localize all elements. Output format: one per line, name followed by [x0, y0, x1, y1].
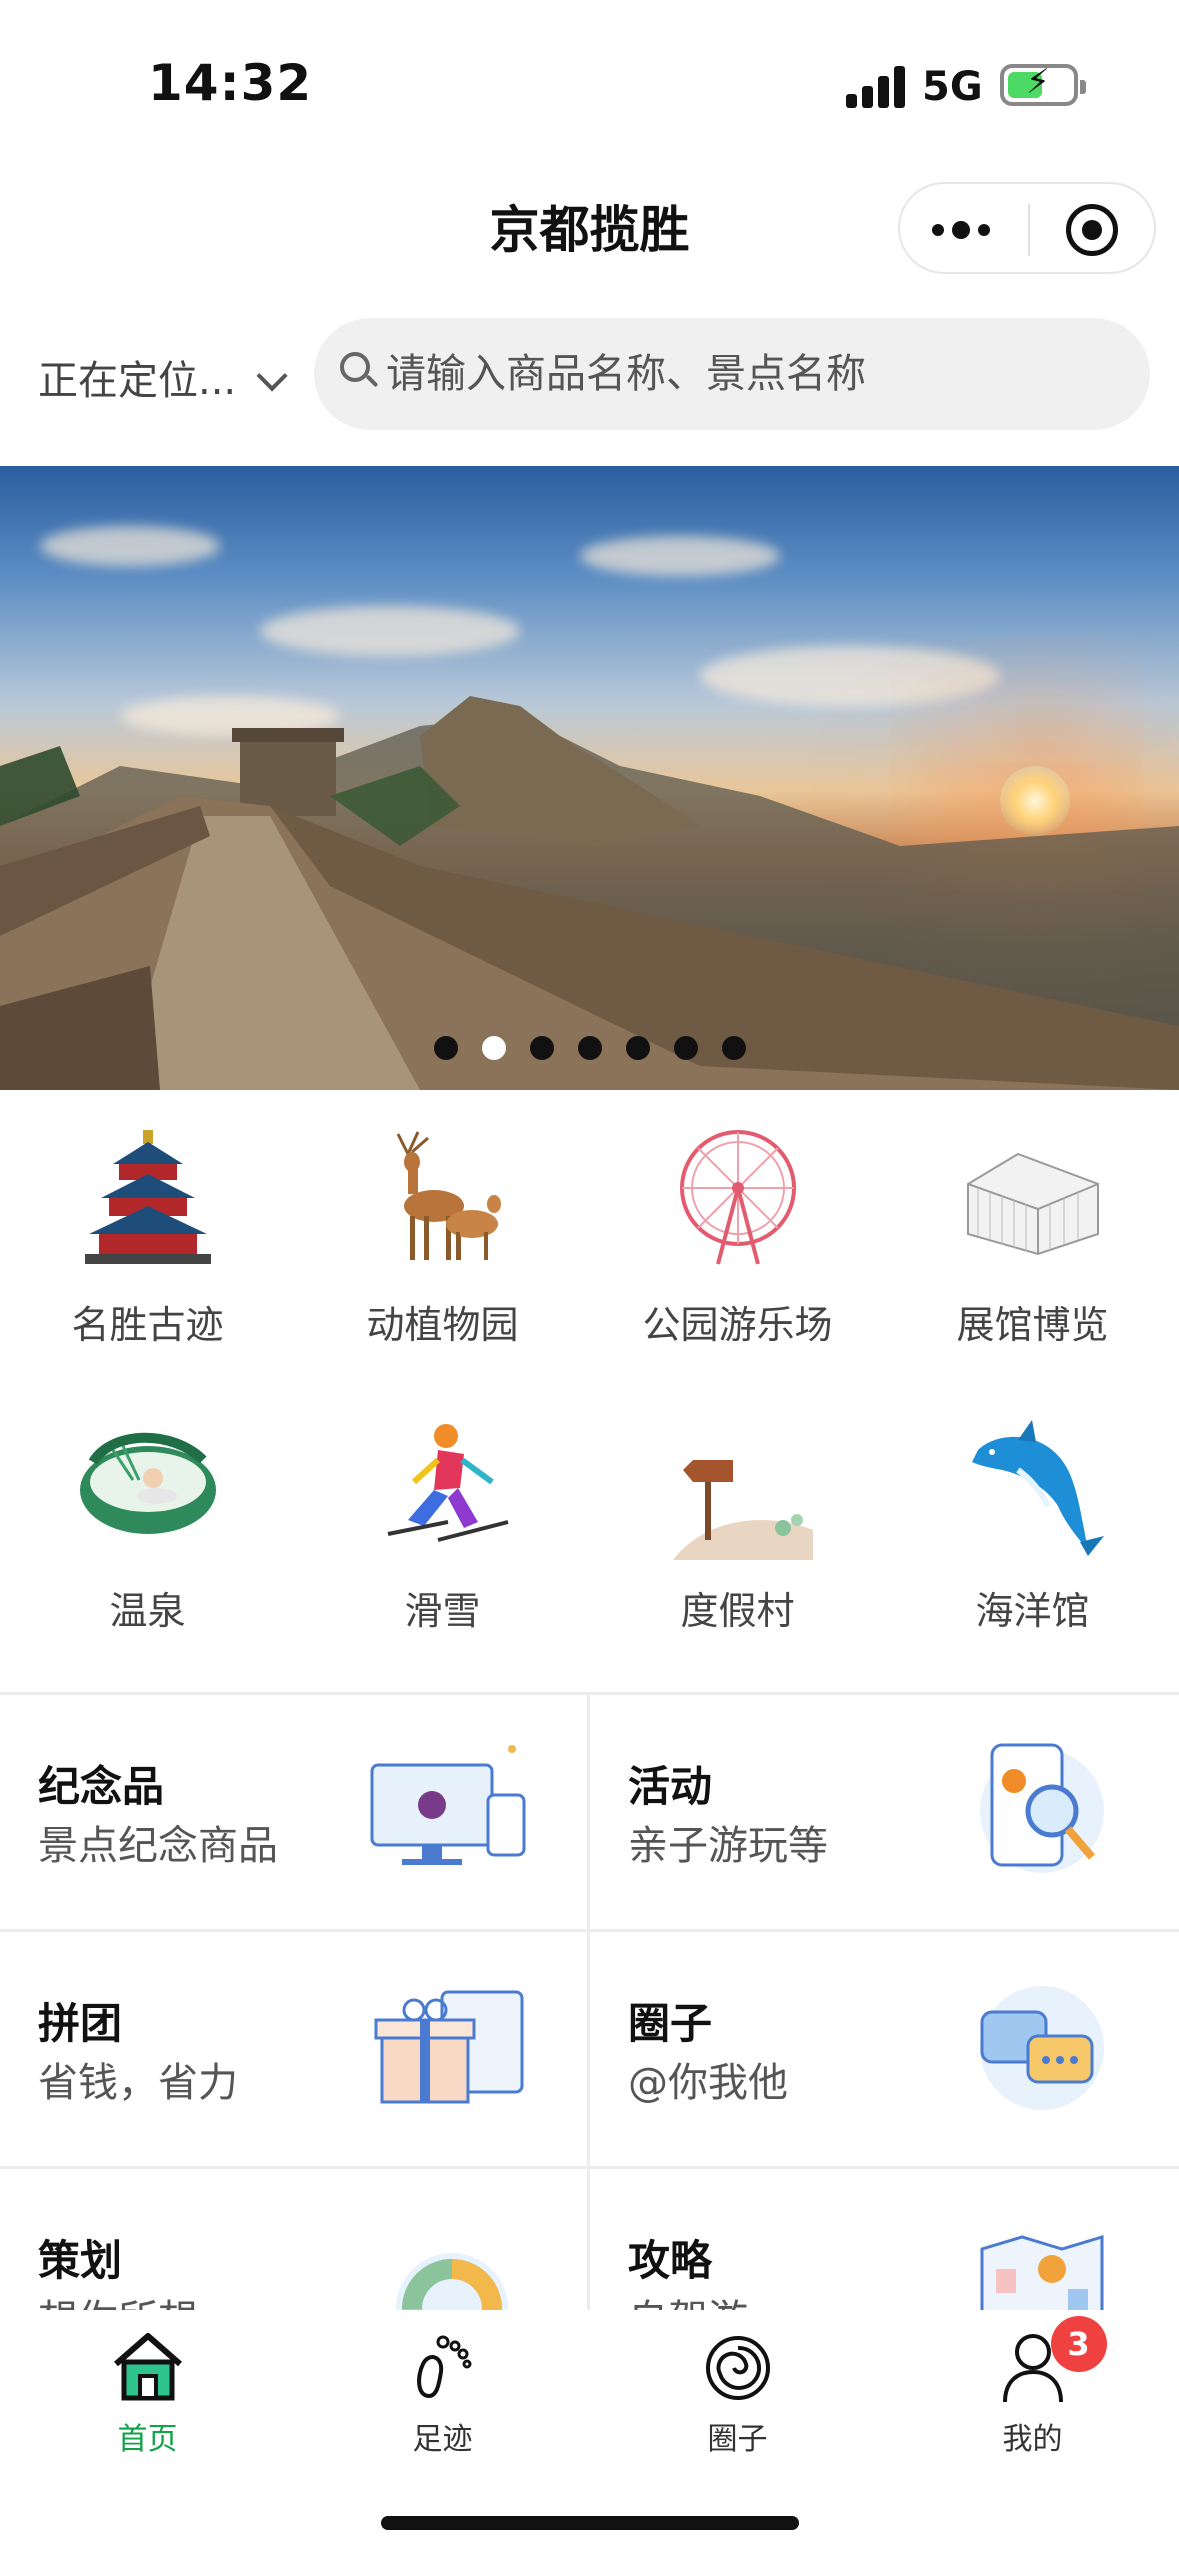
tab-footprints[interactable]: 足迹	[295, 2326, 590, 2458]
feature-card-souvenir[interactable]: 纪念品 景点纪念商品	[0, 1695, 587, 1929]
location-selector[interactable]: 正在定位...	[38, 348, 288, 406]
tab-home[interactable]: 首页	[0, 2326, 295, 2458]
ferris-wheel-icon	[663, 1124, 813, 1274]
tab-label: 圈子	[707, 2422, 768, 2457]
spiral-circle-icon	[698, 2326, 778, 2406]
signpost-icon	[663, 1410, 813, 1560]
card-subtitle: 亲子游玩等	[628, 1823, 828, 1869]
category-resort[interactable]: 度假村	[590, 1410, 885, 1635]
card-title: 攻略	[628, 2236, 713, 2285]
carousel-dot-active[interactable]	[482, 1036, 506, 1060]
category-label: 名胜古迹	[71, 1303, 224, 1347]
hot-spring-icon	[73, 1410, 223, 1560]
temple-of-heaven-icon	[73, 1124, 223, 1274]
exhibition-hall-icon	[958, 1124, 1108, 1274]
user-icon: 3	[993, 2316, 1107, 2406]
carousel-dot[interactable]	[626, 1036, 650, 1060]
tab-label: 首页	[117, 2422, 178, 2457]
capsule-divider	[1028, 204, 1030, 256]
tab-label: 我的	[1002, 2422, 1063, 2457]
category-amusement-park[interactable]: 公园游乐场	[590, 1124, 885, 1349]
banner-carousel[interactable]	[0, 466, 1179, 1090]
card-title: 纪念品	[38, 1762, 165, 1811]
card-title: 圈子	[628, 1999, 713, 2048]
more-dots-icon[interactable]	[930, 204, 1020, 254]
carousel-dot[interactable]	[578, 1036, 602, 1060]
category-label: 度假村	[680, 1589, 795, 1633]
category-zoo-botanical[interactable]: 动植物园	[295, 1124, 590, 1349]
category-label: 温泉	[109, 1589, 186, 1633]
search-input[interactable]	[384, 342, 1124, 406]
battery-icon: ⚡	[1000, 64, 1086, 106]
card-title: 拼团	[38, 1999, 123, 2048]
category-exhibitions[interactable]: 展馆博览	[885, 1124, 1179, 1349]
card-subtitle: 省钱，省力	[38, 2060, 238, 2106]
category-historic-sites[interactable]: 名胜古迹	[0, 1124, 295, 1349]
category-label: 动植物园	[366, 1303, 519, 1347]
home-indicator[interactable]	[381, 2516, 799, 2530]
feature-card-circle[interactable]: 圈子 @你我他	[590, 1932, 1177, 2166]
tab-profile[interactable]: 3 我的	[885, 2316, 1179, 2458]
feature-card-group-buy[interactable]: 拼团 省钱，省力	[0, 1932, 587, 2166]
network-label: 5G	[922, 64, 983, 110]
footprint-icon	[403, 2326, 483, 2406]
signal-icon	[846, 64, 906, 108]
status-bar: 14:32 5G ⚡	[0, 0, 1179, 160]
card-title: 策划	[38, 2236, 123, 2285]
notification-badge: 3	[1050, 2316, 1107, 2372]
category-skiing[interactable]: 滑雪	[295, 1410, 590, 1635]
carousel-dot[interactable]	[530, 1036, 554, 1060]
tab-circle[interactable]: 圈子	[590, 2326, 885, 2458]
dolphin-icon	[958, 1410, 1108, 1560]
gift-box-icon	[362, 1972, 542, 2122]
great-wall-illustration	[0, 696, 1179, 1090]
feature-card-activities[interactable]: 活动 亲子游玩等	[590, 1695, 1177, 1929]
home-icon	[108, 2326, 188, 2406]
category-label: 滑雪	[404, 1589, 481, 1633]
card-subtitle: @你我他	[628, 2060, 788, 2106]
search-icon	[340, 352, 379, 390]
carousel-dot[interactable]	[674, 1036, 698, 1060]
skier-icon	[368, 1410, 518, 1560]
carousel-dot[interactable]	[434, 1036, 458, 1060]
target-circle-icon[interactable]	[1066, 204, 1118, 256]
carousel-dot[interactable]	[722, 1036, 746, 1060]
location-label: 正在定位...	[38, 358, 237, 404]
phone-search-icon	[952, 1735, 1132, 1885]
category-label: 海洋馆	[975, 1589, 1090, 1633]
card-subtitle: 景点纪念商品	[38, 1823, 278, 1869]
search-bar[interactable]	[314, 318, 1150, 430]
chevron-down-icon	[256, 360, 288, 392]
mini-program-capsule	[898, 182, 1156, 274]
category-label: 展馆博览	[956, 1303, 1109, 1347]
souvenir-monitor-icon	[362, 1735, 542, 1885]
category-label: 公园游乐场	[642, 1303, 833, 1347]
deer-icon	[368, 1124, 518, 1274]
status-time: 14:32	[148, 54, 313, 112]
category-hot-spring[interactable]: 温泉	[0, 1410, 295, 1635]
card-title: 活动	[628, 1762, 713, 1811]
tab-label: 足迹	[412, 2422, 473, 2457]
chat-bubbles-icon	[952, 1972, 1132, 2122]
carousel-indicator	[434, 1036, 754, 1064]
category-aquarium[interactable]: 海洋馆	[885, 1410, 1179, 1635]
